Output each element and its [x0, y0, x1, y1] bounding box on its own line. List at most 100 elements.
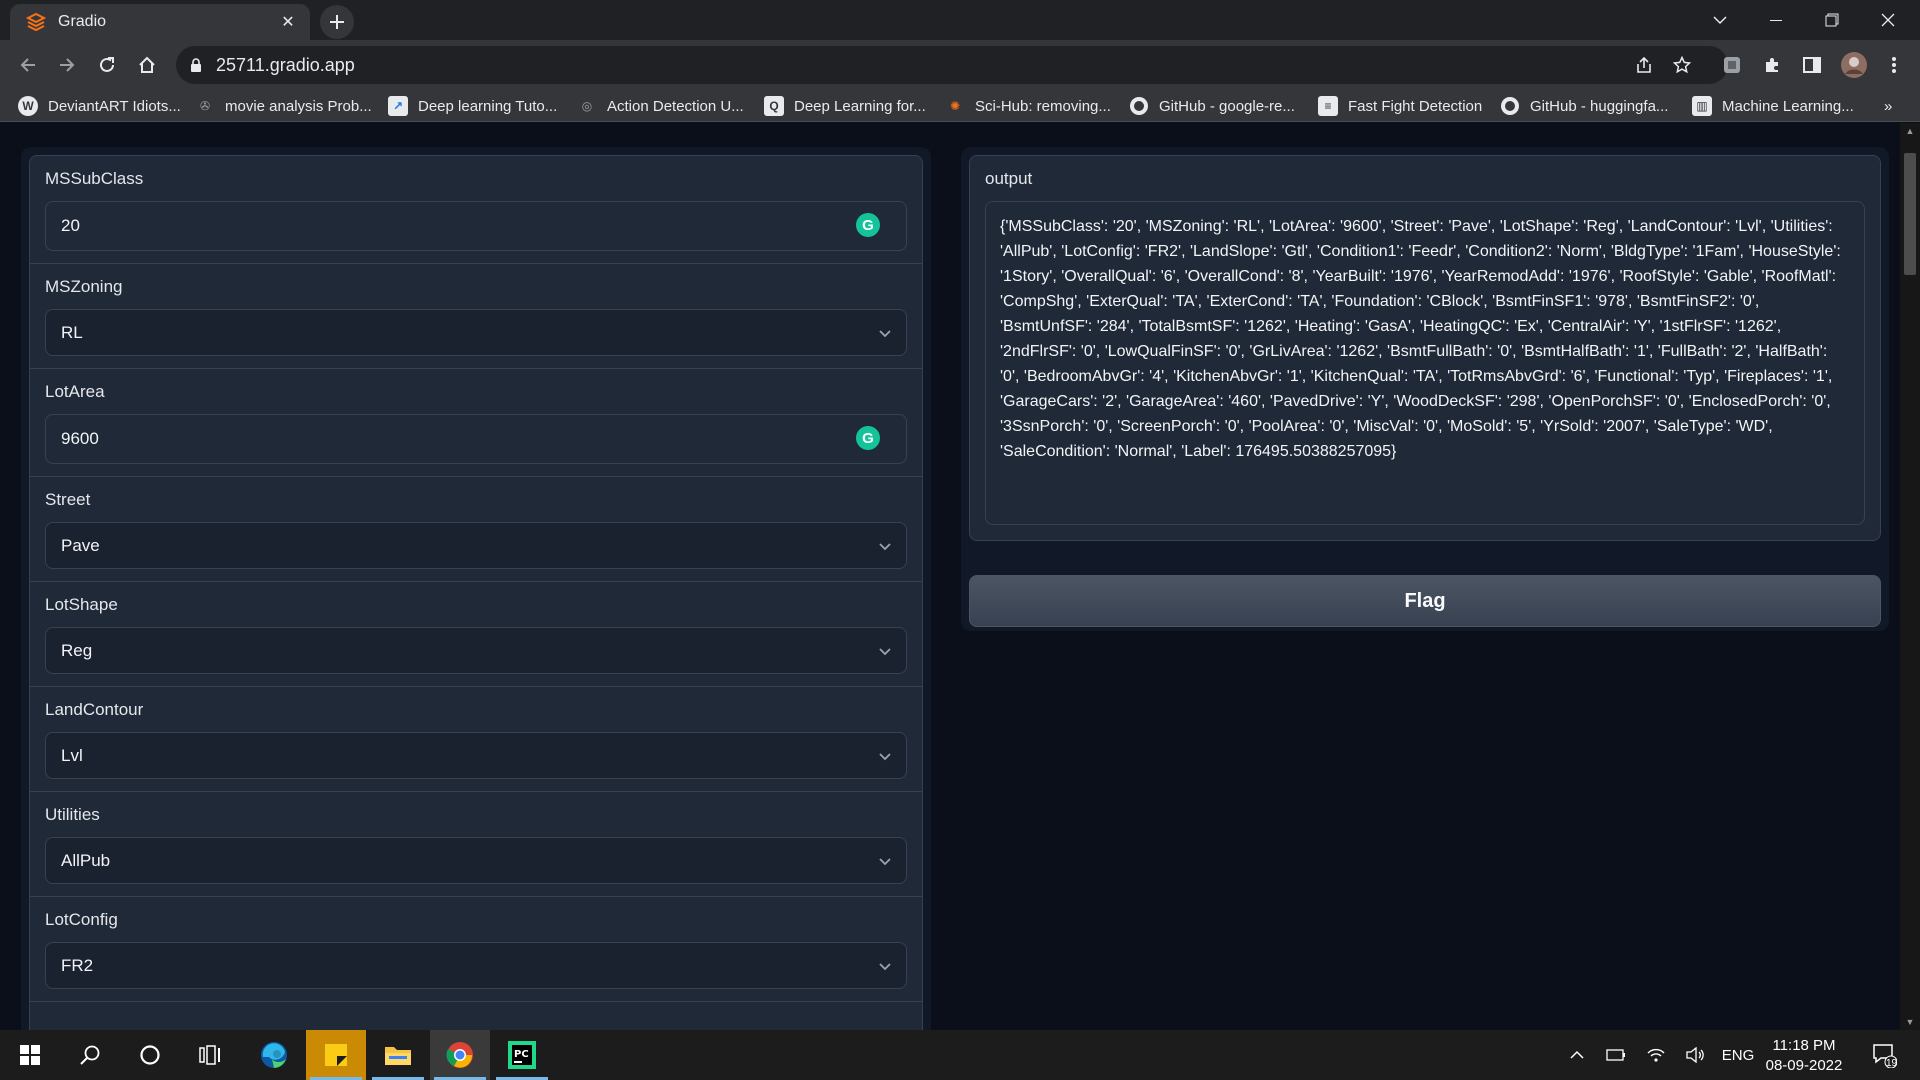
field-label: Street	[45, 490, 91, 509]
back-icon[interactable]	[12, 49, 44, 81]
field-label: MSZoning	[45, 277, 123, 296]
gradio-page: MSSubClass 20 G MSZoning RL LotArea 9600…	[0, 123, 1920, 1030]
bookmarks-bar: W DeviantART Idiots... ✇ movie analysis …	[0, 90, 1920, 122]
mszoning-dropdown[interactable]: RL	[45, 309, 907, 356]
wifi-icon[interactable]	[1644, 1030, 1668, 1080]
notification-center-icon[interactable]: 19	[1864, 1030, 1904, 1080]
scihub-icon: ✺	[949, 99, 961, 113]
field-label: Utilities	[45, 805, 100, 824]
bookmark-item[interactable]: ✇ movie analysis Prob...	[195, 94, 372, 118]
lotconfig-dropdown[interactable]: FR2	[45, 942, 907, 989]
address-bar[interactable]: 25711.gradio.app	[176, 46, 1728, 84]
input-value: 20	[61, 216, 80, 235]
lotshape-dropdown[interactable]: Reg	[45, 627, 907, 674]
svg-text:PC: PC	[514, 1049, 529, 1060]
more-bookmarks-icon[interactable]: »	[1884, 94, 1892, 118]
sticky-notes-icon[interactable]	[306, 1030, 366, 1080]
input-form: MSSubClass 20 G MSZoning RL LotArea 9600…	[29, 155, 923, 1030]
field-lotconfig: LotConfig FR2	[30, 897, 922, 1002]
chrome-icon[interactable]	[430, 1030, 490, 1080]
share-icon[interactable]	[1628, 49, 1660, 81]
close-tab-icon[interactable]: ✕	[278, 12, 298, 32]
field-landcontour: LandContour Lvl	[30, 687, 922, 792]
grammarly-icon[interactable]: G	[856, 426, 880, 450]
puzzle-icon[interactable]	[1756, 49, 1788, 81]
search-icon[interactable]	[60, 1030, 120, 1080]
input-panel: MSSubClass 20 G MSZoning RL LotArea 9600…	[21, 147, 931, 1030]
utilities-dropdown[interactable]: AllPub	[45, 837, 907, 884]
edge-icon[interactable]	[244, 1030, 304, 1080]
reload-icon[interactable]	[91, 49, 123, 81]
bookmark-item[interactable]: ✺ Sci-Hub: removing...	[945, 94, 1111, 118]
output-label: output	[985, 169, 1033, 188]
flag-button[interactable]: Flag	[969, 575, 1881, 627]
dropdown-value: AllPub	[61, 850, 111, 870]
field-street: Street Pave	[30, 477, 922, 582]
gradio-favicon-icon	[26, 12, 46, 32]
bookmark-item[interactable]: GitHub - huggingfa...	[1500, 94, 1668, 118]
bookmark-item[interactable]: W DeviantART Idiots...	[18, 94, 181, 118]
profile-avatar[interactable]	[1838, 49, 1870, 81]
tab-title: Gradio	[58, 13, 107, 30]
lock-icon[interactable]	[190, 57, 202, 73]
scroll-thumb[interactable]	[1904, 153, 1916, 275]
new-tab-button[interactable]	[320, 5, 354, 39]
cortana-icon[interactable]	[120, 1030, 180, 1080]
field-label: MSSubClass	[45, 169, 144, 188]
wordpress-icon: W	[18, 96, 38, 116]
restore-button[interactable]	[1804, 0, 1860, 40]
menu-icon[interactable]	[1878, 49, 1910, 81]
windows-start-icon[interactable]	[0, 1030, 60, 1080]
globe-icon: ◎	[581, 99, 593, 113]
bookmark-item[interactable]: ≡ Fast Fight Detection	[1318, 94, 1482, 118]
forward-icon[interactable]	[51, 49, 83, 81]
home-icon[interactable]	[131, 49, 163, 81]
extension-icon[interactable]	[1716, 49, 1748, 81]
battery-icon[interactable]	[1604, 1030, 1628, 1080]
scroll-up-icon[interactable]: ▲	[1904, 125, 1916, 137]
bookmark-item[interactable]: ◎ Action Detection U...	[577, 94, 744, 118]
dropdown-value: Lvl	[61, 745, 83, 765]
clock-time: 11:18 PM	[1772, 1037, 1836, 1054]
minimize-button[interactable]	[1748, 0, 1804, 40]
bookmark-label: Fast Fight Detection	[1348, 97, 1483, 115]
bookmark-item[interactable]: Q Deep Learning for...	[764, 94, 926, 118]
clock[interactable]: 11:18 PM 08-09-2022	[1754, 1036, 1854, 1076]
chart-icon: ↗	[388, 96, 408, 116]
notification-count: 19	[1886, 1058, 1898, 1069]
bookmark-item[interactable]: ▥ Machine Learning...	[1692, 94, 1854, 118]
language-indicator[interactable]: ENG	[1718, 1030, 1758, 1080]
dropdown-value: Pave	[61, 535, 100, 555]
landcontour-dropdown[interactable]: Lvl	[45, 732, 907, 779]
mssubclass-input[interactable]: 20 G	[45, 201, 907, 251]
tab-search-icon[interactable]	[1692, 0, 1748, 40]
page-scrollbar[interactable]: ▲ ▼	[1900, 123, 1920, 1030]
side-panel-icon[interactable]	[1796, 49, 1828, 81]
lotarea-input[interactable]: 9600 G	[45, 414, 907, 464]
scroll-down-icon[interactable]: ▼	[1904, 1016, 1916, 1028]
film-icon: ✇	[199, 99, 211, 113]
tray-chevron-up-icon[interactable]	[1566, 1030, 1588, 1080]
bookmark-item[interactable]: GitHub - google-re...	[1129, 94, 1295, 118]
output-textbox[interactable]: {'MSSubClass': '20', 'MSZoning': 'RL', '…	[985, 201, 1865, 525]
bookmark-label: GitHub - google-re...	[1159, 97, 1295, 115]
volume-icon[interactable]	[1684, 1030, 1708, 1080]
pycharm-icon[interactable]: PC	[492, 1030, 552, 1080]
close-window-button[interactable]	[1860, 0, 1916, 40]
field-mszoning: MSZoning RL	[30, 264, 922, 369]
field-label: LotConfig	[45, 910, 118, 929]
windows-taskbar: PC ENG 11:18 PM 08-09-2022 19	[0, 1030, 1920, 1080]
github-icon	[1500, 96, 1520, 116]
input-value: 9600	[61, 429, 99, 448]
task-view-icon[interactable]	[180, 1030, 240, 1080]
grammarly-icon[interactable]: G	[856, 213, 880, 237]
bookmark-item[interactable]: ↗ Deep learning Tuto...	[388, 94, 557, 118]
street-dropdown[interactable]: Pave	[45, 522, 907, 569]
field-utilities: Utilities AllPub	[30, 792, 922, 897]
clock-date: 08-09-2022	[1765, 1057, 1843, 1074]
bookmark-star-icon[interactable]	[1666, 49, 1698, 81]
browser-tab[interactable]: Gradio ✕	[10, 4, 310, 40]
file-explorer-icon[interactable]	[368, 1030, 428, 1080]
bookmark-label: GitHub - huggingfa...	[1530, 97, 1669, 115]
dropdown-value: FR2	[61, 955, 94, 975]
